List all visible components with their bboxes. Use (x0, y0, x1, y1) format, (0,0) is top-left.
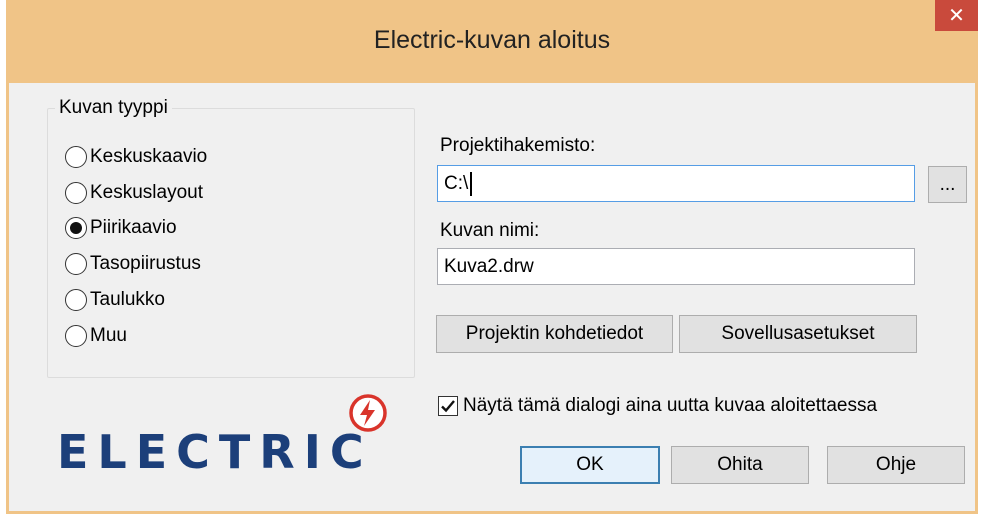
radio-button[interactable] (65, 289, 87, 311)
project-directory-value: C:\ (444, 172, 469, 194)
close-icon: ✕ (948, 5, 965, 27)
radio-label: Tasopiirustus (90, 253, 201, 274)
radio-option-muu[interactable]: Muu (65, 323, 127, 349)
radio-label: Keskuskaavio (90, 146, 208, 167)
lightning-bolt-icon (349, 394, 387, 432)
radio-button[interactable] (65, 253, 87, 275)
title-bar: Electric-kuvan aloitus ✕ (6, 0, 978, 83)
browse-button[interactable]: ... (928, 166, 967, 203)
skip-button-label: Ohita (717, 454, 763, 475)
image-name-label: Kuvan nimi: (440, 220, 540, 241)
window-title: Electric-kuvan aloitus (373, 26, 611, 54)
help-button[interactable]: Ohje (827, 446, 965, 484)
image-name-value: Kuva2.drw (444, 255, 534, 277)
show-dialog-checkbox-label[interactable]: Näytä tämä dialogi aina uutta kuvaa aloi… (463, 395, 877, 417)
close-button[interactable]: ✕ (935, 0, 978, 31)
project-directory-label: Projektihakemisto: (440, 135, 596, 156)
project-targets-button-label: Projektin kohdetiedot (465, 323, 644, 344)
dialog-window: Electric-kuvan aloitus ✕ Kuvan tyyppi Ke… (6, 0, 978, 514)
skip-button[interactable]: Ohita (671, 446, 809, 484)
image-name-input[interactable]: Kuva2.drw (437, 248, 915, 285)
radio-button-selected[interactable] (65, 217, 87, 239)
app-settings-button-label: Sovellusasetukset (721, 323, 875, 344)
electric-logo: ELECTRIC (57, 425, 373, 479)
checkmark-icon (441, 400, 455, 413)
browse-button-label: ... (939, 173, 956, 195)
radio-button[interactable] (65, 146, 87, 168)
radio-label: Keskuslayout (90, 182, 204, 203)
radio-label: Muu (90, 325, 127, 346)
project-targets-button[interactable]: Projektin kohdetiedot (436, 315, 673, 353)
radio-label: Taulukko (90, 289, 165, 310)
radio-option-taulukko[interactable]: Taulukko (65, 287, 165, 313)
radio-label: Piirikaavio (90, 217, 177, 238)
image-type-group-title: Kuvan tyyppi (55, 97, 172, 119)
project-directory-input[interactable]: C:\ (437, 165, 915, 202)
radio-option-tasopiirustus[interactable]: Tasopiirustus (65, 251, 201, 277)
radio-button[interactable] (65, 182, 87, 204)
ok-button-label: OK (576, 454, 604, 475)
radio-option-keskuslayout[interactable]: Keskuslayout (65, 180, 203, 206)
radio-button[interactable] (65, 325, 87, 347)
dialog-client-area: Kuvan tyyppi Keskuskaavio Keskuslayout P… (9, 83, 975, 511)
radio-option-piirikaavio[interactable]: Piirikaavio (65, 215, 177, 241)
radio-dot (70, 222, 82, 234)
app-settings-button[interactable]: Sovellusasetukset (679, 315, 917, 353)
radio-option-keskuskaavio[interactable]: Keskuskaavio (65, 144, 207, 170)
show-dialog-checkbox[interactable] (438, 396, 458, 416)
ok-button[interactable]: OK (520, 446, 660, 484)
text-caret (470, 171, 473, 196)
help-button-label: Ohje (875, 454, 917, 475)
